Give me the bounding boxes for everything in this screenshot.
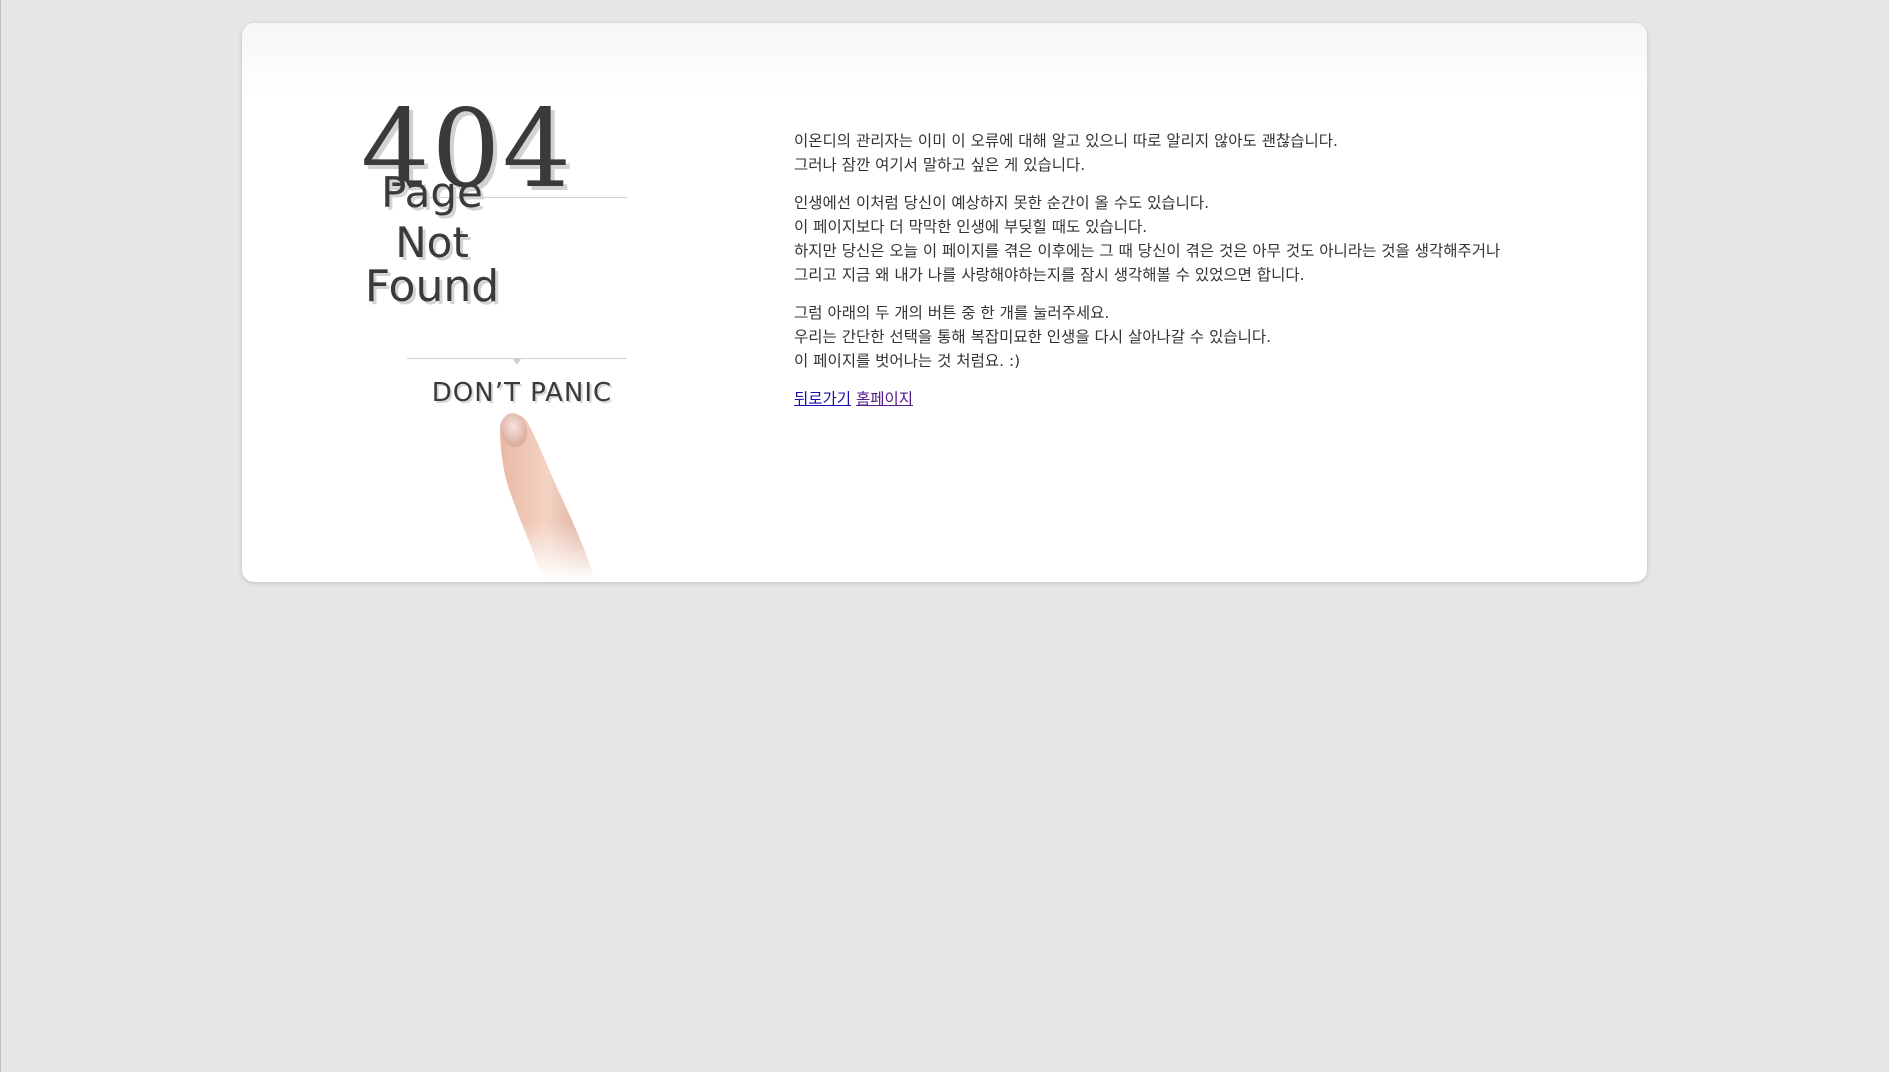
message-line: 그럼 아래의 두 개의 버튼 중 한 개를 눌러주세요.	[794, 304, 1110, 322]
message-line: 하지만 당신은 오늘 이 페이지를 겪은 이후에는 그 때 당신이 겪은 것은 …	[794, 242, 1501, 260]
message-line: 그리고 지금 왜 내가 나를 사랑해야하는지를 잠시 생각해볼 수 있었으면 합…	[794, 266, 1305, 284]
not-word: Not	[395, 218, 469, 267]
found-word: Found	[364, 261, 500, 312]
divider-arrow-icon	[513, 359, 521, 365]
message-line: 그러나 잠깐 여기서 말하고 싶은 게 있습니다.	[794, 156, 1086, 174]
message-line: 이 페이지보다 더 막막한 인생에 부딪힐 때도 있습니다.	[794, 218, 1148, 236]
homepage-link[interactable]: 홈페이지	[856, 390, 913, 408]
window-edge	[0, 0, 1, 1072]
pointing-finger-icon	[500, 413, 594, 580]
dont-panic-text: DON’T PANIC	[431, 378, 613, 408]
message-line: 이온디의 관리자는 이미 이 오류에 대해 알고 있으니 따로 알리지 않아도 …	[794, 132, 1338, 150]
back-link[interactable]: 뒤로가기	[794, 390, 851, 408]
message-paragraph-2: 인생에선 이처럼 당신이 예상하지 못한 순간이 올 수도 있습니다. 이 페이…	[794, 191, 1594, 287]
message-content: 이온디의 관리자는 이미 이 오류에 대해 알고 있으니 따로 알리지 않아도 …	[794, 129, 1594, 425]
message-paragraph-3: 그럼 아래의 두 개의 버튼 중 한 개를 눌러주세요. 우리는 간단한 선택을…	[794, 301, 1594, 373]
message-line: 우리는 간단한 선택을 통해 복잡미묘한 인생을 다시 살아나갈 수 있습니다.	[794, 328, 1272, 346]
message-line: 이 페이지를 벗어나는 것 처럼요. :)	[794, 352, 1021, 370]
card-top-shade	[242, 23, 1647, 93]
message-line: 인생에선 이처럼 당신이 예상하지 못한 순간이 올 수도 있습니다.	[794, 194, 1210, 212]
navigation-links: 뒤로가기 홈페이지	[794, 387, 1594, 411]
message-paragraph-1: 이온디의 관리자는 이미 이 오류에 대해 알고 있으니 따로 알리지 않아도 …	[794, 129, 1594, 177]
error-card: 404 Page Not Found DON’T PANIC 이온디의 관리자는…	[242, 23, 1647, 582]
page-word: Page	[381, 168, 483, 217]
